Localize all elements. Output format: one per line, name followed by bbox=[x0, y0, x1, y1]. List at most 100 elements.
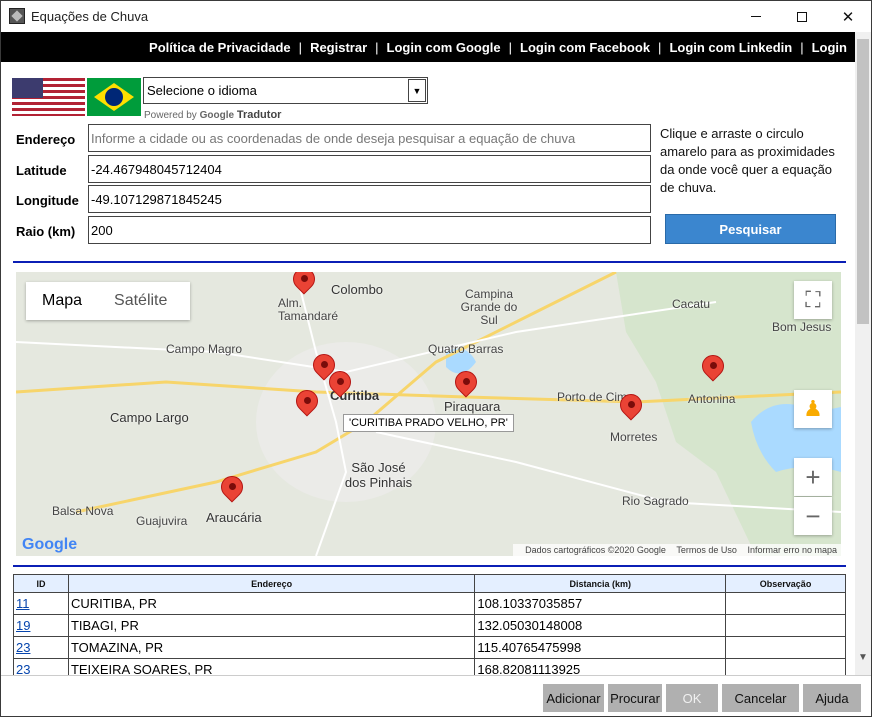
row-id-link[interactable]: 23 bbox=[16, 640, 30, 655]
street-view-pegman-icon[interactable]: ♟ bbox=[794, 390, 832, 428]
bottom-button-bar: Adicionar Procurar OK Cancelar Ajuda bbox=[1, 675, 871, 716]
fullscreen-icon[interactable]: ⛶ bbox=[794, 281, 832, 319]
app-icon bbox=[9, 8, 25, 24]
cell-distancia: 108.10337035857 bbox=[474, 592, 727, 615]
map-marker[interactable] bbox=[615, 389, 647, 426]
ajuda-button[interactable]: Ajuda bbox=[803, 684, 861, 712]
map-terms-link[interactable]: Termos de Uso bbox=[676, 545, 737, 555]
map-type-tabs: Mapa Satélite bbox=[26, 282, 190, 320]
nav-login[interactable]: Login bbox=[812, 40, 847, 55]
column-header-id[interactable]: ID bbox=[13, 574, 69, 593]
row-id-link[interactable]: 23 bbox=[16, 662, 30, 675]
minimize-icon bbox=[751, 16, 761, 17]
marker-dot bbox=[301, 275, 308, 282]
row-id-link[interactable]: 11 bbox=[16, 596, 30, 611]
marker-dot bbox=[304, 397, 311, 404]
place-label: Campina Grande do Sul bbox=[460, 287, 518, 327]
place-label: Cacatu bbox=[672, 297, 711, 311]
map-report-link[interactable]: Informar erro no mapa bbox=[747, 545, 837, 555]
place-label: Rio Sagrado bbox=[622, 494, 689, 508]
minimize-button[interactable] bbox=[733, 1, 779, 32]
marker-tooltip: 'CURITIBA PRADO VELHO, PR' bbox=[343, 414, 514, 432]
row-id-link[interactable]: 19 bbox=[16, 618, 30, 633]
nav-separator: | bbox=[508, 39, 513, 55]
google-wordmark: Google bbox=[199, 110, 235, 121]
marker-dot bbox=[229, 483, 236, 490]
table-row[interactable]: 23 TOMAZINA, PR 115.40765475998 bbox=[13, 636, 846, 659]
divider bbox=[13, 261, 846, 263]
map-footer: Dados cartográficos ©2020 Google Termos … bbox=[513, 544, 841, 556]
scrollbar-thumb[interactable] bbox=[857, 39, 869, 324]
chevron-down-icon[interactable]: ▼ bbox=[408, 79, 426, 102]
column-header-distancia[interactable]: Distancia (km) bbox=[474, 574, 727, 593]
cell-observacao bbox=[725, 614, 846, 637]
column-header-endereco[interactable]: Endereço bbox=[67, 574, 476, 593]
table-row[interactable]: 11 CURITIBA, PR 108.10337035857 bbox=[13, 592, 846, 615]
cell-distancia: 168.82081113925 bbox=[474, 658, 727, 675]
latitude-input[interactable]: -24.467948045712404 bbox=[88, 155, 651, 183]
table-row[interactable]: 23 TEIXEIRA SOARES, PR 168.82081113925 bbox=[13, 658, 846, 675]
place-label: Alm. Tamandaré bbox=[278, 296, 339, 323]
tab-satellite[interactable]: Satélite bbox=[98, 292, 183, 310]
raio-input[interactable]: 200 bbox=[88, 216, 651, 244]
cell-endereco: TIBAGI, PR bbox=[67, 614, 476, 637]
map-marker[interactable] bbox=[288, 272, 320, 300]
cell-observacao bbox=[725, 592, 846, 615]
search-button[interactable]: Pesquisar bbox=[665, 214, 836, 244]
map-marker[interactable] bbox=[324, 366, 356, 403]
cell-endereco: TOMAZINA, PR bbox=[67, 636, 476, 659]
cell-distancia: 115.40765475998 bbox=[474, 636, 727, 659]
scroll-down-icon[interactable]: ▼ bbox=[858, 652, 868, 663]
place-label: São José dos Pinhais bbox=[344, 460, 413, 490]
marker-dot bbox=[321, 361, 328, 368]
ok-button[interactable]: OK bbox=[666, 684, 718, 712]
results-table: ID Endereço Distancia (km) Observação 11… bbox=[13, 574, 846, 675]
map-marker[interactable] bbox=[291, 385, 323, 422]
us-flag-icon[interactable] bbox=[12, 78, 85, 116]
place-label: Bom Jesus bbox=[772, 320, 832, 334]
language-select[interactable]: Selecione o idioma ▼ bbox=[143, 77, 428, 104]
tab-map[interactable]: Mapa bbox=[26, 292, 98, 310]
maximize-button[interactable] bbox=[779, 1, 825, 32]
place-label: Antonina bbox=[688, 392, 736, 406]
zoom-out-icon[interactable]: − bbox=[794, 497, 832, 535]
nav-privacy[interactable]: Política de Privacidade bbox=[149, 40, 291, 55]
zoom-in-icon[interactable]: + bbox=[794, 458, 832, 496]
raio-label: Raio (km) bbox=[16, 224, 76, 239]
column-header-observacao[interactable]: Observação bbox=[725, 574, 846, 593]
vertical-scrollbar[interactable]: ▼ bbox=[855, 32, 871, 675]
nav-login-facebook[interactable]: Login com Facebook bbox=[520, 40, 650, 55]
cell-id: 23 bbox=[13, 658, 69, 675]
nav-separator: | bbox=[800, 39, 804, 55]
table-header-row: ID Endereço Distancia (km) Observação bbox=[13, 574, 846, 593]
endereco-input[interactable]: Informe a cidade ou as coordenadas de on… bbox=[88, 124, 651, 152]
close-button[interactable]: ✕ bbox=[825, 1, 871, 32]
map-marker[interactable] bbox=[697, 350, 729, 387]
nav-login-google[interactable]: Login com Google bbox=[387, 40, 501, 55]
nav-login-linkedin[interactable]: Login com Linkedin bbox=[669, 40, 792, 55]
google-logo: Google bbox=[22, 536, 77, 554]
adicionar-button[interactable]: Adicionar bbox=[543, 684, 604, 712]
us-flag-canton bbox=[12, 78, 43, 98]
marker-dot bbox=[710, 362, 717, 369]
table-row[interactable]: 19 TIBAGI, PR 132.05030148008 bbox=[13, 614, 846, 637]
cell-endereco: TEIXEIRA SOARES, PR bbox=[67, 658, 476, 675]
marker-dot bbox=[337, 378, 344, 385]
procurar-button[interactable]: Procurar bbox=[608, 684, 662, 712]
map-view[interactable]: Mapa Satélite Colombo Alm. Tamandaré Cam… bbox=[16, 272, 841, 556]
brazil-flag-icon[interactable] bbox=[87, 78, 141, 116]
latitude-label: Latitude bbox=[16, 163, 67, 178]
longitude-input[interactable]: -49.107129871845245 bbox=[88, 185, 651, 213]
cell-observacao bbox=[725, 658, 846, 675]
place-label: Guajuvira bbox=[136, 514, 188, 528]
top-nav: Política de Privacidade | Registrar | Lo… bbox=[1, 32, 855, 62]
cancelar-button[interactable]: Cancelar bbox=[722, 684, 799, 712]
tradutor-link[interactable]: Tradutor bbox=[237, 109, 282, 121]
place-label: Campo Magro bbox=[166, 342, 243, 356]
powered-by-text: Powered by bbox=[144, 110, 197, 121]
nav-register[interactable]: Registrar bbox=[310, 40, 367, 55]
map-marker[interactable] bbox=[216, 471, 248, 508]
longitude-label: Longitude bbox=[16, 193, 79, 208]
maximize-icon bbox=[797, 11, 807, 22]
map-marker[interactable] bbox=[450, 366, 482, 403]
